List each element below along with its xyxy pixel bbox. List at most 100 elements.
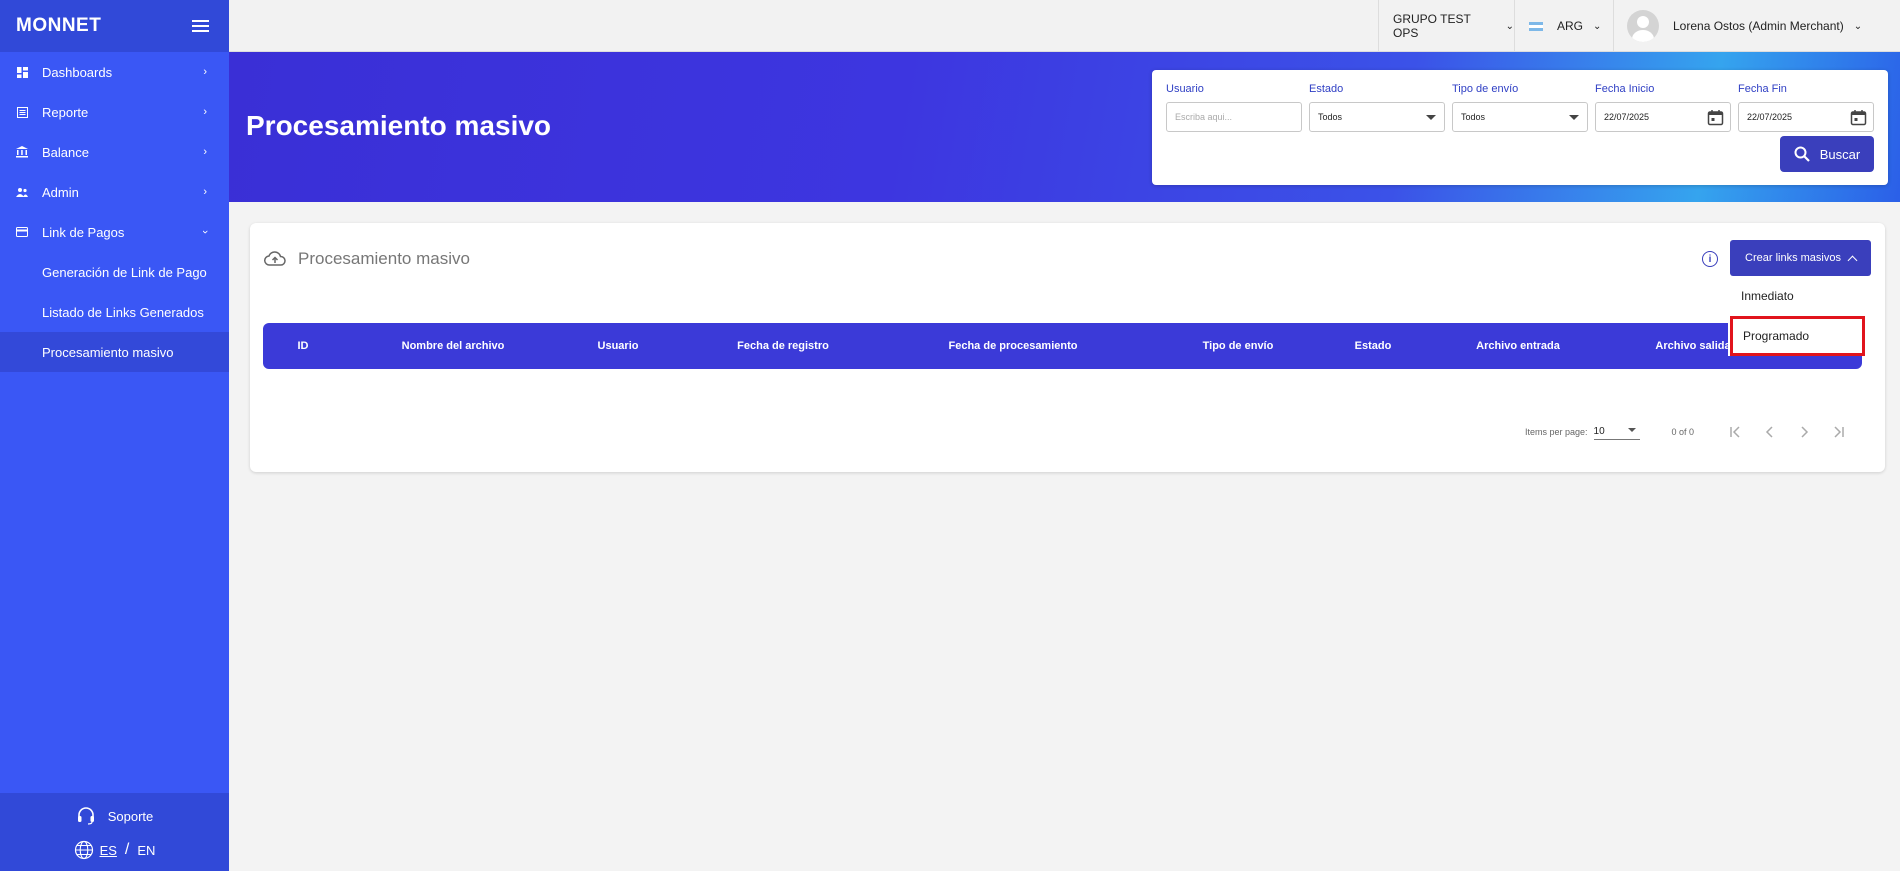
table-header: ID Nombre del archivo Usuario Fecha de r… <box>263 323 1862 369</box>
calendar-icon[interactable] <box>1850 109 1867 126</box>
column-header-fecha-registro[interactable]: Fecha de registro <box>703 323 863 369</box>
country-code: ARG <box>1557 19 1584 33</box>
calendar-icon[interactable] <box>1707 109 1724 126</box>
usuario-input[interactable] <box>1175 112 1293 122</box>
chevron-right-icon: › <box>203 186 207 198</box>
items-per-page-select[interactable]: 10 <box>1593 423 1640 440</box>
last-page-icon[interactable] <box>1830 424 1846 440</box>
chevron-down-icon: › <box>199 230 212 234</box>
sidebar-item-label: Reporte <box>42 104 89 120</box>
create-bulk-links-button[interactable]: Crear links masivos <box>1730 240 1871 276</box>
user-menu[interactable]: Lorena Ostos (Admin Merchant) ⌄ <box>1613 0 1900 52</box>
chevron-up-icon <box>1847 255 1858 265</box>
sidebar-subitem-procesamiento[interactable]: Procesamiento masivo <box>0 332 229 372</box>
filter-label: Usuario <box>1166 83 1204 95</box>
column-header-nombre-archivo[interactable]: Nombre del archivo <box>353 323 553 369</box>
cloud-upload-icon <box>264 251 286 266</box>
create-links-dropdown: Inmediato Programado <box>1728 276 1865 356</box>
logo: MONNET <box>16 15 102 36</box>
group-selector[interactable]: GRUPO TEST OPS ⌄ <box>1378 0 1514 52</box>
filter-label: Fecha Fin <box>1738 83 1787 95</box>
user-name: Lorena Ostos (Admin Merchant) <box>1673 19 1844 33</box>
info-icon[interactable]: i <box>1702 251 1718 267</box>
page-range: 0 of 0 <box>1671 426 1695 437</box>
filter-tipo-envio: Tipo de envío Todos <box>1452 83 1588 132</box>
sidebar-item-label: Admin <box>42 184 79 200</box>
lang-es-link[interactable]: ES <box>100 843 117 858</box>
sidebar-item-label: Dashboards <box>42 64 113 80</box>
filter-usuario: Usuario <box>1166 83 1302 132</box>
column-header-estado[interactable]: Estado <box>1313 323 1433 369</box>
sidebar-item-reporte[interactable]: Reporte › <box>0 92 229 132</box>
filter-label: Estado <box>1309 83 1344 95</box>
card-title: Procesamiento masivo <box>298 249 470 268</box>
language-switcher: ES / EN <box>0 833 229 867</box>
search-button[interactable]: Buscar <box>1780 136 1874 172</box>
dropdown-caret-icon <box>1426 115 1436 120</box>
report-icon <box>16 106 28 118</box>
sidebar-subitem-listado[interactable]: Listado de Links Generados <box>0 292 229 332</box>
menu-toggle-icon[interactable] <box>192 20 209 32</box>
fecha-inicio-field[interactable]: 22/07/2025 <box>1595 102 1731 132</box>
dashboard-icon <box>16 66 28 78</box>
column-header-id[interactable]: ID <box>263 323 343 369</box>
sidebar-item-dashboards[interactable]: Dashboards › <box>0 52 229 92</box>
estado-select[interactable]: Todos <box>1309 102 1445 132</box>
sidebar-item-label: Balance <box>42 144 89 160</box>
items-per-page-value: 10 <box>1593 425 1605 437</box>
column-header-tipo-envio[interactable]: Tipo de envío <box>1173 323 1303 369</box>
tipo-envio-value: Todos <box>1461 112 1486 122</box>
filter-label: Tipo de envío <box>1452 83 1519 95</box>
bank-icon <box>16 146 28 158</box>
column-header-usuario[interactable]: Usuario <box>563 323 673 369</box>
headset-icon <box>77 807 94 825</box>
card-header: Procesamiento masivo <box>264 249 470 269</box>
chevron-right-icon: › <box>203 66 207 78</box>
avatar <box>1627 10 1659 42</box>
chevron-right-icon: › <box>203 106 207 118</box>
sidebar-header: MONNET <box>0 0 229 52</box>
column-header-fecha-procesamiento[interactable]: Fecha de procesamiento <box>863 323 1163 369</box>
chevron-down-icon: ⌄ <box>1505 20 1514 32</box>
sidebar: MONNET Dashboards › Reporte › Balance › <box>0 0 229 871</box>
paginator: Items per page: 10 0 of 0 <box>1525 423 1846 440</box>
users-icon <box>16 186 28 198</box>
argentina-flag-icon <box>1529 21 1543 31</box>
create-button-label: Crear links masivos <box>1745 252 1841 264</box>
first-page-icon[interactable] <box>1728 424 1744 440</box>
menu-item-inmediato[interactable]: Inmediato <box>1728 276 1865 316</box>
lang-separator: / <box>124 841 130 858</box>
sidebar-item-admin[interactable]: Admin › <box>0 172 229 212</box>
group-name: GRUPO TEST OPS <box>1393 12 1471 40</box>
support-link[interactable]: Soporte <box>0 793 229 833</box>
column-header-archivo-entrada[interactable]: Archivo entrada <box>1443 323 1593 369</box>
fecha-inicio-value: 22/07/2025 <box>1604 112 1650 122</box>
sidebar-item-label: Link de Pagos <box>42 224 125 240</box>
filter-label: Fecha Inicio <box>1595 83 1655 95</box>
globe-icon <box>74 840 93 860</box>
menu-item-programado[interactable]: Programado <box>1730 316 1865 356</box>
content-card: Procesamiento masivo i Crear links masiv… <box>250 223 1885 472</box>
chevron-down-icon: ⌄ <box>1853 20 1863 32</box>
estado-value: Todos <box>1318 112 1343 122</box>
next-page-icon[interactable] <box>1796 424 1812 440</box>
country-selector[interactable]: ARG ⌄ <box>1514 0 1613 52</box>
fecha-fin-field[interactable]: 22/07/2025 <box>1738 102 1874 132</box>
sidebar-item-link-de-pagos[interactable]: Link de Pagos › <box>0 212 229 252</box>
filter-estado: Estado Todos <box>1309 83 1445 132</box>
page-title: Procesamiento masivo <box>246 110 552 141</box>
card-icon <box>16 226 28 238</box>
previous-page-icon[interactable] <box>1762 424 1778 440</box>
dropdown-caret-icon <box>1627 428 1636 432</box>
lang-en-link[interactable]: EN <box>137 843 155 858</box>
sidebar-item-balance[interactable]: Balance › <box>0 132 229 172</box>
dropdown-caret-icon <box>1569 115 1579 120</box>
tipo-envio-select[interactable]: Todos <box>1452 102 1588 132</box>
search-button-label: Buscar <box>1819 146 1861 162</box>
chevron-down-icon: ⌄ <box>1593 20 1602 32</box>
chevron-right-icon: › <box>203 146 207 158</box>
filters-panel: Usuario Estado Todos Tipo de envío Todos… <box>1152 70 1888 185</box>
sidebar-menu: Dashboards › Reporte › Balance › Admin › <box>0 52 229 372</box>
search-icon <box>1794 146 1810 162</box>
sidebar-subitem-generacion[interactable]: Generación de Link de Pago <box>0 252 229 292</box>
